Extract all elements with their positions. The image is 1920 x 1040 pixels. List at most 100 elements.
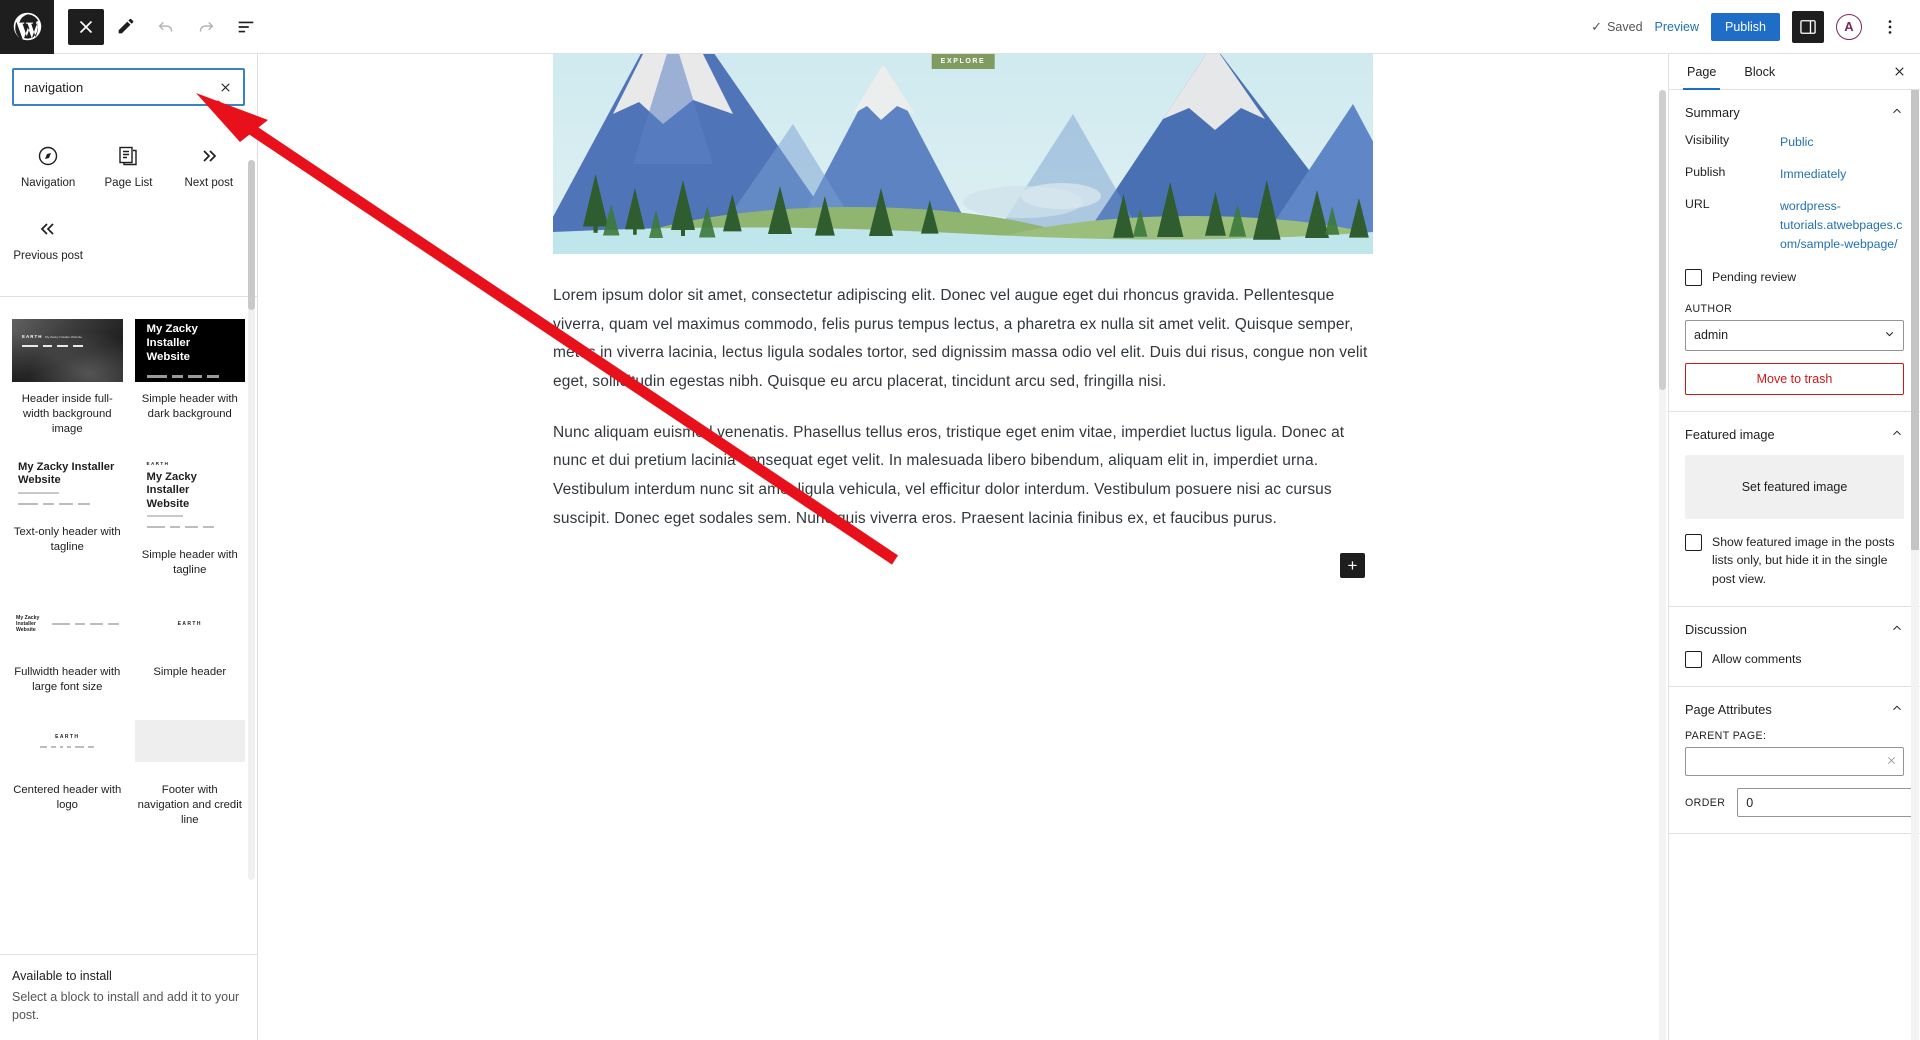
scrollbar-thumb[interactable]: [1659, 90, 1666, 390]
publish-button[interactable]: Publish: [1711, 12, 1780, 41]
settings-sidebar-icon[interactable]: [1792, 10, 1824, 43]
pending-review-row[interactable]: Pending review: [1685, 268, 1904, 287]
block-results-grid: Navigation Page List Next post Previous …: [0, 116, 257, 286]
author-select-wrapper: admin: [1685, 319, 1904, 351]
avatar[interactable]: A: [1836, 13, 1862, 40]
pattern-preview: [134, 709, 245, 773]
inserter-footer: Available to install Select a block to i…: [0, 954, 257, 1040]
page-list-icon: [116, 144, 140, 168]
panel-title: Discussion: [1685, 621, 1747, 637]
document-overview-icon[interactable]: [228, 9, 264, 45]
chevron-double-right-icon: [197, 144, 221, 168]
pencil-edit-icon[interactable]: [108, 9, 144, 45]
pattern-item[interactable]: My Zacky Installer Website Text-only hea…: [12, 451, 123, 579]
page-attributes-panel-header[interactable]: Page Attributes: [1685, 701, 1904, 718]
pending-review-label: Pending review: [1712, 270, 1797, 285]
chevron-up-icon: [1890, 701, 1904, 718]
panel-discussion: Discussion Allow comments: [1669, 607, 1920, 688]
search-input[interactable]: [24, 79, 209, 95]
paragraph-block[interactable]: Lorem ipsum dolor sit amet, consectetur …: [553, 282, 1373, 397]
paragraph-block[interactable]: Nunc aliquam euismod venenatis. Phasellu…: [553, 419, 1373, 534]
block-item-previous-post[interactable]: Previous post: [8, 207, 88, 276]
pattern-brand: My Zacky Installer Website: [16, 614, 40, 633]
wordpress-logo-icon[interactable]: [0, 0, 54, 54]
scrollbar-thumb[interactable]: [1911, 90, 1919, 550]
inserter-search-area: [0, 54, 257, 116]
saved-indicator[interactable]: ✓ Saved: [1591, 19, 1642, 35]
inserter-scrollbar[interactable]: [248, 160, 255, 880]
row-key: Visibility: [1685, 133, 1730, 147]
pattern-item[interactable]: EARTH Simple header: [134, 592, 245, 696]
pending-review-checkbox[interactable]: [1685, 269, 1702, 287]
author-select[interactable]: admin: [1685, 319, 1904, 351]
pattern-item[interactable]: My Zacky Installer Website Fullwidth hea…: [12, 592, 123, 696]
allow-comments-label: Allow comments: [1712, 651, 1802, 666]
pattern-preview: My Zacky Installer Website: [12, 451, 123, 515]
navigation-compass-icon: [36, 144, 60, 168]
add-block-icon[interactable]: +: [1340, 553, 1365, 579]
redo-arrow-icon[interactable]: [188, 9, 224, 45]
pattern-label: Footer with navigation and credit line: [137, 783, 242, 827]
block-label: Previous post: [13, 249, 83, 262]
allow-comments-checkbox[interactable]: [1685, 650, 1702, 668]
pattern-item[interactable]: EARTH My Zacky Installer Website Header …: [12, 318, 123, 438]
set-featured-image-button[interactable]: Set featured image: [1685, 454, 1904, 519]
show-featured-image-row[interactable]: Show featured image in the posts lists o…: [1685, 533, 1904, 588]
saved-label: Saved: [1607, 19, 1643, 34]
top-bar-tools: [54, 8, 264, 45]
pattern-label: Simple header: [153, 666, 227, 679]
summary-row-url: URL wordpress-tutorials.atwebpages.com/s…: [1685, 197, 1904, 254]
close-sidebar-icon[interactable]: [1882, 54, 1916, 89]
panel-title: Featured image: [1685, 426, 1775, 442]
clear-search-icon[interactable]: [213, 75, 237, 99]
move-to-trash-button[interactable]: Move to trash: [1685, 362, 1904, 395]
tab-block[interactable]: Block: [1730, 54, 1789, 89]
pattern-item[interactable]: EARTH My Zacky Installer Website Simple …: [134, 451, 245, 579]
scrollbar-thumb[interactable]: [248, 160, 255, 310]
search-box[interactable]: [12, 68, 245, 106]
url-value[interactable]: wordpress-tutorials.atwebpages.com/sampl…: [1780, 197, 1904, 254]
block-item-next-post[interactable]: Next post: [169, 134, 249, 203]
show-featured-image-label: Show featured image in the posts lists o…: [1712, 534, 1895, 586]
order-row: ORDER: [1685, 788, 1917, 818]
hero-cover-image[interactable]: EXPLORE: [553, 54, 1373, 254]
block-item-page-list[interactable]: Page List: [88, 134, 168, 203]
discussion-panel-header[interactable]: Discussion: [1685, 621, 1904, 638]
undo-arrow-icon[interactable]: [148, 9, 184, 45]
settings-sidebar: Page Block Summary Visibility Public Pub…: [1668, 54, 1920, 1040]
panel-page-attributes: Page Attributes PARENT PAGE: ORDER: [1669, 687, 1920, 835]
pattern-label: Simple header with tagline: [141, 548, 238, 576]
pattern-item[interactable]: My Zacky Installer Website Simple header…: [134, 318, 245, 438]
pattern-tagline: My Zacky Installer Website: [45, 334, 83, 339]
pattern-item[interactable]: Footer with navigation and credit line: [134, 709, 245, 829]
allow-comments-row[interactable]: Allow comments: [1685, 650, 1904, 668]
chevron-double-left-icon: [36, 217, 60, 241]
panel-summary: Summary Visibility Public Publish Immedi…: [1669, 90, 1920, 412]
parent-page-input[interactable]: [1685, 747, 1904, 777]
pattern-label: Text-only header with tagline: [13, 525, 121, 553]
sidebar-scrollbar[interactable]: [1911, 90, 1919, 1040]
chevron-up-icon: [1890, 621, 1904, 638]
visibility-value[interactable]: Public: [1780, 133, 1814, 152]
pattern-brand: EARTH: [146, 461, 170, 467]
block-item-navigation[interactable]: Navigation: [8, 134, 88, 203]
pattern-label: Centered header with logo: [13, 783, 122, 811]
tab-page[interactable]: Page: [1673, 54, 1730, 90]
clear-parent-page-icon[interactable]: [1885, 754, 1898, 770]
show-featured-image-checkbox[interactable]: [1685, 533, 1702, 551]
preview-button[interactable]: Preview: [1655, 20, 1699, 34]
summary-row-visibility: Visibility Public: [1685, 133, 1904, 152]
pattern-preview: EARTH: [12, 709, 123, 773]
pattern-item[interactable]: EARTH Centered header with logo: [12, 709, 123, 829]
post-content: EXPLORE Lorem ipsum dolor sit amet, cons…: [553, 54, 1373, 1040]
publish-value[interactable]: Immediately: [1780, 165, 1846, 184]
block-inserter-panel: Navigation Page List Next post: [0, 54, 258, 1040]
featured-image-panel-header[interactable]: Featured image: [1685, 426, 1904, 443]
pattern-brand: EARTH: [55, 734, 80, 741]
order-input[interactable]: [1737, 788, 1917, 818]
canvas-scrollbar[interactable]: [1659, 90, 1666, 1040]
close-inserter-button[interactable]: [68, 8, 104, 45]
summary-panel-header[interactable]: Summary: [1685, 104, 1904, 121]
pattern-label: Fullwidth header with large font size: [14, 666, 121, 694]
more-options-icon[interactable]: [1874, 11, 1906, 43]
